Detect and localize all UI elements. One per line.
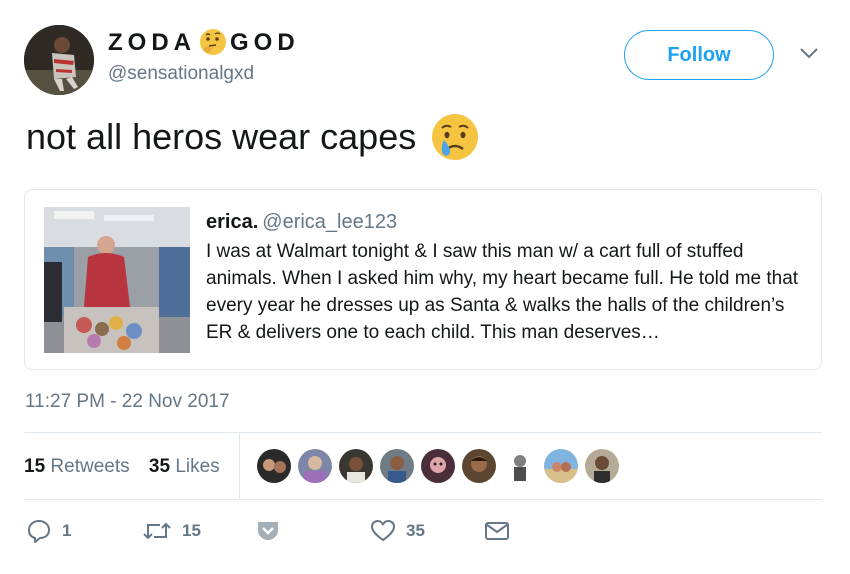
profile-avatar[interactable]	[24, 25, 94, 95]
like-button[interactable]: 35	[370, 516, 425, 546]
display-name-part2: GOD	[230, 29, 300, 56]
liker-avatar[interactable]	[585, 449, 619, 483]
retweets-stat[interactable]: 15 Retweets	[24, 456, 130, 477]
liker-avatar[interactable]	[421, 449, 455, 483]
reply-icon	[26, 518, 52, 544]
reply-button[interactable]: 1	[26, 516, 71, 546]
retweet-icon	[142, 518, 172, 544]
liker-avatar[interactable]	[544, 449, 578, 483]
retweets-label: Retweets	[50, 456, 130, 477]
user-handle[interactable]: @sensationalgxd	[108, 63, 254, 85]
retweets-count: 15	[24, 456, 46, 477]
direct-message-button[interactable]	[484, 516, 510, 546]
liker-avatar[interactable]	[257, 449, 291, 483]
retweet-button[interactable]: 15	[142, 516, 201, 546]
tweet-text-content: not all heros wear capes	[26, 116, 417, 157]
display-name-part1: ZODA	[108, 29, 196, 56]
quoted-tweet-image[interactable]	[44, 207, 190, 353]
liker-avatar[interactable]	[503, 449, 537, 483]
likes-stat[interactable]: 35 Likes	[149, 456, 220, 477]
reply-count: 1	[62, 521, 72, 540]
liker-avatar[interactable]	[380, 449, 414, 483]
quoted-tweet-card[interactable]: erica. @erica_lee123 I was at Walmart ton…	[24, 189, 822, 370]
liker-avatar[interactable]	[339, 449, 373, 483]
tweet-text: not all heros wear capes	[26, 112, 480, 162]
envelope-icon	[484, 520, 510, 542]
likes-count: 35	[148, 456, 171, 477]
tweet-stats: 15 Retweets 35 Likes	[24, 456, 220, 478]
pocket-icon	[256, 520, 280, 542]
follow-button[interactable]: Follow	[624, 30, 774, 80]
crying-face-icon	[430, 112, 480, 162]
liker-avatar[interactable]	[462, 449, 496, 483]
tweet-actions: 1 15 35	[24, 516, 544, 546]
quoted-tweet-author[interactable]: erica. @erica_lee123	[206, 211, 397, 234]
heart-icon	[370, 519, 396, 543]
divider	[24, 499, 822, 500]
liker-avatars	[257, 449, 626, 485]
chevron-down-icon[interactable]	[798, 45, 820, 61]
share-button[interactable]	[256, 516, 280, 546]
divider	[24, 432, 822, 433]
quoted-tweet-text: I was at Walmart tonight & I saw this ma…	[206, 241, 799, 343]
tweet-timestamp[interactable]: 11:27 PM - 22 Nov 2017	[25, 391, 230, 413]
likes-label: Likes	[175, 456, 220, 477]
display-name[interactable]: ZODA GOD	[108, 28, 300, 58]
retweet-count: 15	[182, 521, 201, 540]
stats-divider	[239, 433, 240, 499]
quoted-author-handle: @erica_lee123	[262, 211, 398, 233]
like-count: 35	[406, 521, 425, 540]
quoted-author-name: erica.	[206, 211, 259, 233]
thinking-face-icon	[198, 27, 228, 57]
liker-avatar[interactable]	[298, 449, 332, 483]
